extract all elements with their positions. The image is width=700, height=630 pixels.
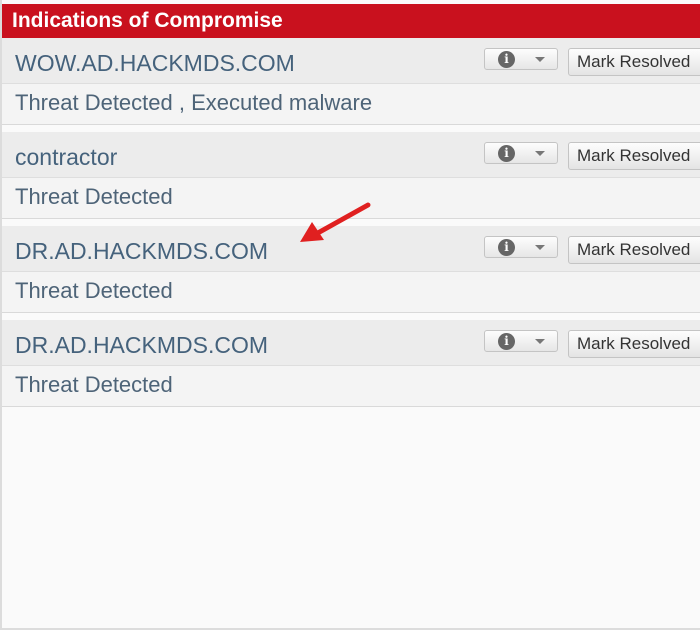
caret-down-icon — [535, 245, 545, 250]
host-name-link[interactable]: contractor — [15, 132, 117, 178]
info-icon: i — [498, 333, 515, 350]
mark-resolved-button[interactable]: Mark Resolved — [568, 330, 700, 358]
incident-header: DR.AD.HACKMDS.COM i Mark Resolved — [2, 320, 700, 366]
info-dropdown-button[interactable]: i — [484, 330, 558, 352]
caret-down-icon — [535, 339, 545, 344]
mark-resolved-button[interactable]: Mark Resolved — [568, 48, 700, 76]
info-icon: i — [498, 239, 515, 256]
mark-resolved-button[interactable]: Mark Resolved — [568, 236, 700, 264]
annotation-arrow-icon — [300, 202, 371, 242]
threat-description: Threat Detected , Executed malware — [15, 90, 373, 115]
incident-separator — [2, 313, 700, 320]
threat-description: Threat Detected — [15, 372, 173, 397]
incident-item: DR.AD.HACKMDS.COM i Mark Resolved Threat… — [2, 320, 700, 414]
incident-header: WOW.AD.HACKMDS.COM i Mark Resolved — [2, 38, 700, 84]
incident-details: Threat Detected — [2, 366, 700, 407]
threat-description: Threat Detected — [15, 278, 173, 303]
info-icon: i — [498, 145, 515, 162]
info-dropdown-button[interactable]: i — [484, 142, 558, 164]
incident-separator — [2, 125, 700, 132]
info-dropdown-button[interactable]: i — [484, 236, 558, 258]
mark-resolved-button[interactable]: Mark Resolved — [568, 142, 700, 170]
incident-item: WOW.AD.HACKMDS.COM i Mark Resolved Threa… — [2, 38, 700, 132]
info-icon: i — [498, 51, 515, 68]
ioc-panel: Indications of Compromise WOW.AD.HACKMDS… — [0, 0, 700, 630]
caret-down-icon — [535, 151, 545, 156]
panel-title: Indications of Compromise — [2, 4, 700, 38]
incident-separator — [2, 407, 700, 414]
threat-description: Threat Detected — [15, 184, 173, 209]
incident-header: contractor i Mark Resolved — [2, 132, 700, 178]
caret-down-icon — [535, 57, 545, 62]
host-name-link[interactable]: DR.AD.HACKMDS.COM — [15, 320, 268, 366]
incident-details: Threat Detected , Executed malware — [2, 84, 700, 125]
info-dropdown-button[interactable]: i — [484, 48, 558, 70]
incident-details: Threat Detected — [2, 272, 700, 313]
host-name-link[interactable]: WOW.AD.HACKMDS.COM — [15, 38, 295, 84]
host-name-link[interactable]: DR.AD.HACKMDS.COM — [15, 226, 268, 272]
